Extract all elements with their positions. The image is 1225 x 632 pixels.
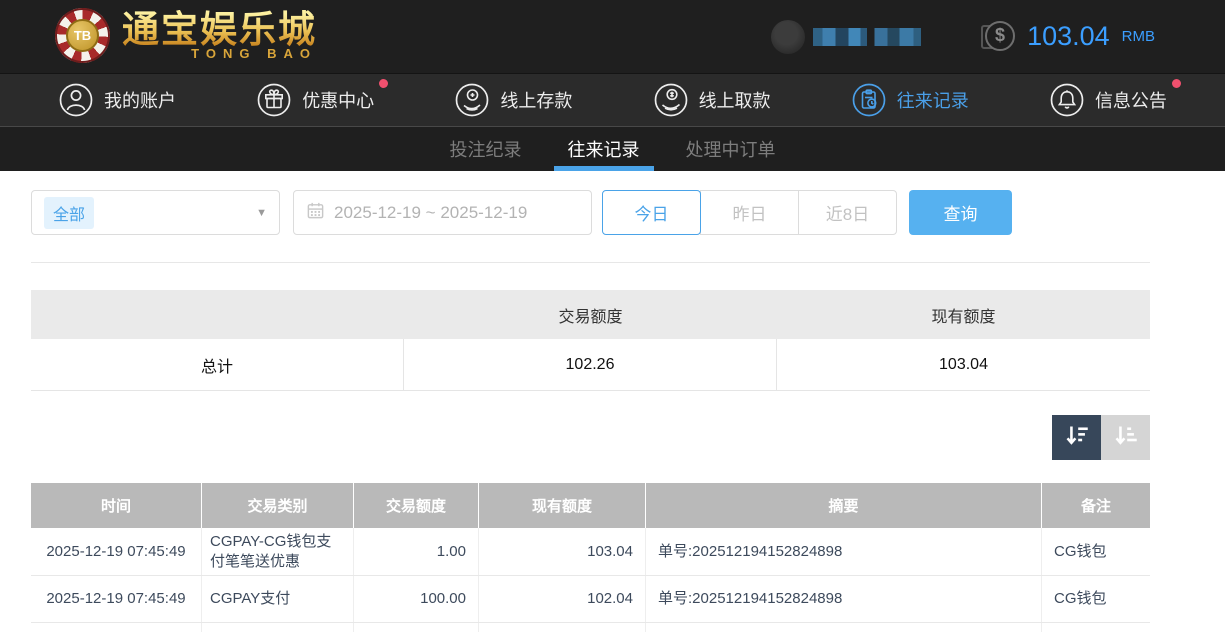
nav-item-promotions[interactable]: 优惠中心 [256,82,374,118]
content: 全部 ▼ 2025-12-19 ~ 2025-12-19 [0,190,1225,632]
calendar-icon [306,201,325,225]
summary-header-transaction: 交易额度 [404,303,777,327]
sort-asc-icon [1112,422,1139,454]
summary-total-label: 总计 [31,339,404,390]
header-summary: 摘要 [646,483,1042,528]
tab-label: 往来记录 [568,136,640,162]
logo-text: 通宝娱乐城 TONG BAO [122,10,317,62]
sort-ascending-button[interactable] [1101,415,1150,460]
records-table: 时间 交易类别 交易额度 现有额度 摘要 备注 2025-12-19 07:45… [31,483,1150,632]
selected-type-chip: 全部 [44,197,94,229]
username-censored [813,28,921,46]
dropdown-arrow-icon: ▼ [256,207,267,219]
cell-summary: 单号:202512194152824898 [646,528,1042,575]
tab-label: 投注纪录 [450,136,522,162]
notification-dot [379,79,388,88]
tab-label: 处理中订单 [686,136,776,162]
chip-monogram: TB [66,19,99,52]
last-8-days-button[interactable]: 近8日 [798,190,897,235]
divider [31,262,1150,263]
tab-processing-orders[interactable]: 处理中订单 [680,127,782,171]
cell-note: CG钱包 [1042,528,1150,575]
sort-controls [31,415,1150,460]
search-button[interactable]: 查询 [909,190,1012,235]
summary-total-row: 总计 102.26 103.04 [31,339,1150,391]
nav-item-transaction-records[interactable]: 往来记录 [851,82,969,118]
cell-time: 2025-12-19 07:45:49 [31,576,202,622]
balance-currency: RMB [1122,28,1155,45]
cell-type: CGPAY支付 [202,576,354,622]
quick-date-buttons: 今日 昨日 近8日 [602,190,897,235]
table-row: 2025-12-19 07:45:49 CGPAY-CG钱包支付笔笔送优惠 1.… [31,528,1150,576]
today-button[interactable]: 今日 [602,190,701,235]
cell-amount: 100.00 [354,576,479,622]
tab-betting-records[interactable]: 投注纪录 [444,127,528,171]
table-row-partial [31,623,1150,632]
nav-label: 优惠中心 [302,87,374,113]
site-logo[interactable]: TB 通宝娱乐城 TONG BAO [55,8,317,63]
header-right: $ 103.04 RMB [771,0,1225,73]
cell-summary: 单号:202512194152824898 [646,576,1042,622]
header-note: 备注 [1042,483,1150,528]
top-header: TB 通宝娱乐城 TONG BAO $ 103.04 RMB [0,0,1225,73]
date-range-value: 2025-12-19 ~ 2025-12-19 [334,203,527,223]
yesterday-button[interactable]: 昨日 [700,190,799,235]
avatar [771,20,805,54]
balance-amount: 103.04 [1027,21,1110,52]
summary-table: 交易额度 现有额度 总计 102.26 103.04 [31,290,1150,391]
logo-subtitle: TONG BAO [191,46,317,61]
header-balance: 现有额度 [479,483,646,528]
date-range-input[interactable]: 2025-12-19 ~ 2025-12-19 [293,190,592,235]
summary-header-balance: 现有额度 [777,303,1150,327]
dollar-icon: $ [981,19,1017,55]
user-area[interactable] [771,20,921,54]
nav-label: 线上取款 [699,87,771,113]
summary-transaction-amount: 102.26 [404,339,777,390]
nav-item-withdraw[interactable]: 线上取款 [653,82,771,118]
table-row: 2025-12-19 07:45:49 CGPAY支付 100.00 102.0… [31,576,1150,623]
cell-balance: 102.04 [479,576,646,622]
cell-balance: 103.04 [479,528,646,575]
type-select-dropdown[interactable]: 全部 ▼ [31,190,280,235]
gift-icon [256,82,292,118]
deposit-icon [454,82,490,118]
logo-title: 通宝娱乐城 [122,10,317,49]
header-time: 时间 [31,483,202,528]
notification-dot [1172,79,1181,88]
withdraw-icon [653,82,689,118]
summary-current-balance: 103.04 [777,339,1150,390]
header-amount: 交易额度 [354,483,479,528]
sort-desc-icon [1063,422,1090,454]
poker-chip-icon: TB [55,8,110,63]
main-nav: 我的账户 优惠中心 线上存款 [0,73,1225,126]
nav-item-my-account[interactable]: 我的账户 [58,82,176,118]
records-header-row: 时间 交易类别 交易额度 现有额度 摘要 备注 [31,483,1150,528]
tab-transaction-records[interactable]: 往来记录 [562,127,646,171]
filter-row: 全部 ▼ 2025-12-19 ~ 2025-12-19 [31,190,1225,235]
nav-label: 信息公告 [1095,87,1167,113]
records-icon [851,82,887,118]
sub-nav: 投注纪录 往来记录 处理中订单 [0,126,1225,171]
header-type: 交易类别 [202,483,354,528]
summary-header-row: 交易额度 现有额度 [31,290,1150,339]
nav-item-deposit[interactable]: 线上存款 [454,82,572,118]
nav-label: 线上存款 [500,87,572,113]
cell-amount: 1.00 [354,528,479,575]
nav-label: 我的账户 [104,87,176,113]
cell-note: CG钱包 [1042,576,1150,622]
balance-area[interactable]: $ 103.04 RMB [981,19,1155,55]
cell-type: CGPAY-CG钱包支付笔笔送优惠 [202,528,354,575]
nav-item-announcements[interactable]: 信息公告 [1049,82,1167,118]
user-icon [58,82,94,118]
nav-label: 往来记录 [897,87,969,113]
active-tab-underline [554,166,654,171]
bell-icon [1049,82,1085,118]
sort-descending-button[interactable] [1052,415,1101,460]
cell-time: 2025-12-19 07:45:49 [31,528,202,575]
